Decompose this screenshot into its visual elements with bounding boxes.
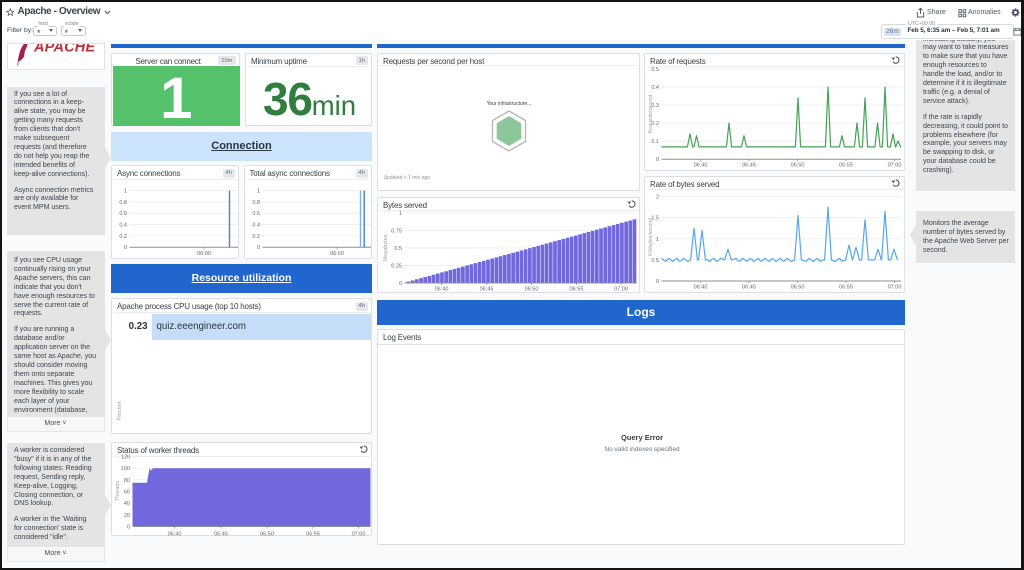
svg-text:APACHE: APACHE [33,43,96,56]
svg-text:06:50: 06:50 [791,284,805,290]
svg-text:06:50: 06:50 [525,286,539,292]
svg-text:06:40: 06:40 [694,162,708,168]
svg-text:Percent: Percent [117,401,123,420]
svg-text:0.5: 0.5 [651,66,659,72]
svg-text:06:55: 06:55 [839,162,853,168]
svg-text:100: 100 [121,466,130,472]
svg-text:0.75: 0.75 [391,228,402,234]
svg-text:06:55: 06:55 [839,284,853,290]
svg-text:0.5: 0.5 [394,246,402,252]
svg-text:07:00: 07:00 [888,162,902,168]
svg-text:0.8: 0.8 [252,200,260,206]
svg-text:06:55: 06:55 [570,286,584,292]
svg-text:06:55: 06:55 [306,532,320,538]
svg-text:Your infrastructure...: Your infrastructure... [487,101,532,107]
svg-text:0.4: 0.4 [252,223,260,229]
svg-text:Threads: Threads [115,481,121,501]
svg-text:0.5: 0.5 [651,257,659,263]
svg-text:06:45: 06:45 [742,284,756,290]
svg-text:0.1: 0.1 [651,139,659,145]
svg-text:06:40: 06:40 [435,286,449,292]
svg-text:06:00: 06:00 [330,251,344,257]
svg-text:0.6: 0.6 [252,211,260,217]
svg-text:80: 80 [124,478,130,484]
svg-text:06:40: 06:40 [168,532,182,538]
svg-text:0.4: 0.4 [651,85,659,91]
svg-text:0: 0 [656,279,659,285]
svg-text:06:45: 06:45 [742,162,756,168]
svg-text:20: 20 [124,513,130,519]
svg-text:1: 1 [656,236,659,242]
svg-text:07:00: 07:00 [352,532,366,538]
svg-text:07:00: 07:00 [614,286,628,292]
svg-text:0.2: 0.2 [252,234,260,240]
svg-text:60: 60 [124,490,130,496]
svg-text:07:00: 07:00 [888,284,902,290]
svg-text:Requests/second: Requests/second [648,94,654,133]
svg-text:0: 0 [256,245,259,251]
svg-text:06:50: 06:50 [791,162,805,168]
svg-text:1: 1 [256,189,259,195]
svg-text:2: 2 [656,194,659,200]
svg-text:06:45: 06:45 [214,532,228,538]
svg-text:0: 0 [399,281,402,287]
svg-text:120: 120 [121,455,130,461]
svg-text:06:00: 06:00 [197,251,211,257]
svg-text:0: 0 [124,245,127,251]
svg-text:0.8: 0.8 [119,200,127,206]
svg-text:0.4: 0.4 [119,223,127,229]
svg-text:0.6: 0.6 [119,211,127,217]
svg-text:0.25: 0.25 [391,263,402,269]
svg-text:1: 1 [124,189,127,195]
svg-text:Megabytes: Megabytes [383,234,389,261]
svg-text:06:45: 06:45 [480,286,494,292]
svg-text:40: 40 [124,501,130,507]
svg-text:0: 0 [127,525,130,531]
svg-text:0: 0 [656,157,659,163]
svg-text:1: 1 [399,211,402,217]
svg-text:Kilobytes/second: Kilobytes/second [648,217,654,255]
svg-text:06:50: 06:50 [260,532,274,538]
svg-text:06:40: 06:40 [694,284,708,290]
svg-text:0.2: 0.2 [119,234,127,240]
